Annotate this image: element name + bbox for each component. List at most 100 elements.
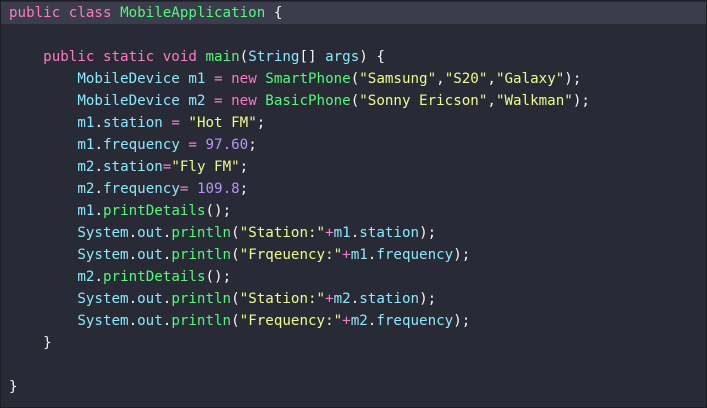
code-token-plain: ;	[256, 115, 266, 131]
code-token-fn: println	[171, 291, 232, 307]
code-token-id: station	[102, 115, 163, 131]
code-token-id: frequency	[376, 247, 454, 263]
code-line[interactable]: m1.station = "Hot FM";	[1, 112, 706, 134]
code-token-plain: .	[128, 291, 138, 307]
code-line[interactable]: m2.printDetails();	[1, 266, 706, 288]
code-token-id: m1	[333, 225, 351, 241]
code-line[interactable]: }	[1, 332, 706, 354]
code-token-op: =	[188, 137, 197, 153]
code-token-id: m1	[77, 115, 95, 131]
code-token-id: out	[137, 247, 163, 263]
code-line[interactable]: System.out.println("Frqeuency:"+m1.frequ…	[1, 244, 706, 266]
code-line[interactable]	[1, 354, 706, 376]
code-line[interactable]: MobileDevice m1 = new SmartPhone("Samsun…	[1, 68, 706, 90]
code-token-str: "Hot FM"	[188, 115, 257, 131]
code-line[interactable]: m1.frequency = 97.60;	[1, 134, 706, 156]
code-token-id: frequency	[102, 137, 180, 153]
code-token-fn: println	[171, 313, 232, 329]
code-token-kw: static	[102, 49, 155, 65]
code-token-op: =	[214, 71, 223, 87]
code-token-plain: ;	[248, 137, 257, 153]
code-line[interactable]: public static void main(String[] args) {	[1, 46, 706, 68]
code-token-cls: System	[77, 291, 129, 307]
code-token-plain: ;	[239, 159, 249, 175]
code-token-fn: MobileApplication	[120, 5, 266, 21]
code-line[interactable]: m2.station="Fly FM";	[1, 156, 706, 178]
code-token-fn: println	[171, 247, 232, 263]
code-token-plain: (	[231, 225, 240, 241]
code-token-id: frequency	[102, 181, 180, 197]
code-token-id: m2	[77, 159, 95, 175]
code-token-plain: .	[128, 313, 138, 329]
code-token-plain: .	[94, 181, 103, 197]
code-token-plain: (	[231, 247, 240, 263]
code-token-str: "Galaxy"	[495, 71, 565, 87]
code-token-cls: System	[77, 313, 129, 329]
code-token-plain: .	[350, 225, 360, 241]
code-token-cls: MobileDevice	[77, 93, 180, 109]
code-token-plain: );	[419, 225, 437, 241]
code-token-id: m2	[188, 93, 206, 109]
code-token-op: +	[325, 225, 334, 241]
code-token-id: m2	[350, 313, 368, 329]
code-token-cls: String	[248, 49, 300, 65]
code-token-id: station	[359, 291, 420, 307]
code-token-kw: public	[43, 49, 95, 65]
code-token-id: out	[137, 225, 163, 241]
code-token-id: m1	[77, 203, 95, 219]
code-token-kw: new	[231, 93, 257, 109]
code-token-id: m1	[188, 71, 206, 87]
code-token-plain: );	[419, 291, 437, 307]
code-token-plain: ,	[487, 93, 496, 109]
code-line[interactable]	[1, 24, 706, 46]
code-token-plain: (	[350, 71, 360, 87]
code-line[interactable]: m2.frequency= 109.8;	[1, 178, 706, 200]
code-line[interactable]: System.out.println("Station:"+m1.station…	[1, 222, 706, 244]
code-token-id: m1	[77, 137, 95, 153]
code-token-plain: ;	[239, 181, 249, 197]
code-token-plain: ,	[436, 71, 445, 87]
code-line[interactable]: }	[1, 376, 706, 398]
code-line[interactable]: System.out.println("Frequency:"+m2.frequ…	[1, 310, 706, 332]
code-token-id: m2	[77, 181, 95, 197]
code-token-fn: BasicPhone	[265, 93, 351, 109]
code-line[interactable]: public class MobileApplication {	[1, 2, 706, 24]
code-token-str: "Walkman"	[495, 93, 573, 109]
code-token-kw: class	[68, 5, 112, 21]
code-token-plain: ,	[487, 71, 496, 87]
code-line[interactable]: System.out.println("Station:"+m2.station…	[1, 288, 706, 310]
code-token-plain: .	[94, 269, 103, 285]
code-token-fn: SmartPhone	[265, 71, 351, 87]
code-token-plain: (	[239, 49, 249, 65]
code-token-str: "Frequency:"	[239, 313, 343, 329]
code-token-op: =	[171, 115, 180, 131]
code-token-plain: {	[265, 5, 283, 21]
code-token-plain: );	[572, 93, 590, 109]
code-token-plain: (	[350, 93, 360, 109]
code-token-plain: .	[128, 225, 138, 241]
code-token-num: 109.8	[196, 181, 240, 197]
code-line[interactable]: MobileDevice m2 = new BasicPhone("Sonny …	[1, 90, 706, 112]
code-token-id: out	[137, 313, 163, 329]
code-line[interactable]: m1.printDetails();	[1, 200, 706, 222]
code-token-str: "Station:"	[239, 225, 326, 241]
code-editor[interactable]: public class MobileApplication { public …	[0, 0, 707, 408]
code-token-plain: );	[453, 247, 471, 263]
code-token-plain: (	[231, 313, 240, 329]
code-token-plain: ();	[205, 203, 232, 219]
code-token-str: "Station:"	[239, 291, 326, 307]
